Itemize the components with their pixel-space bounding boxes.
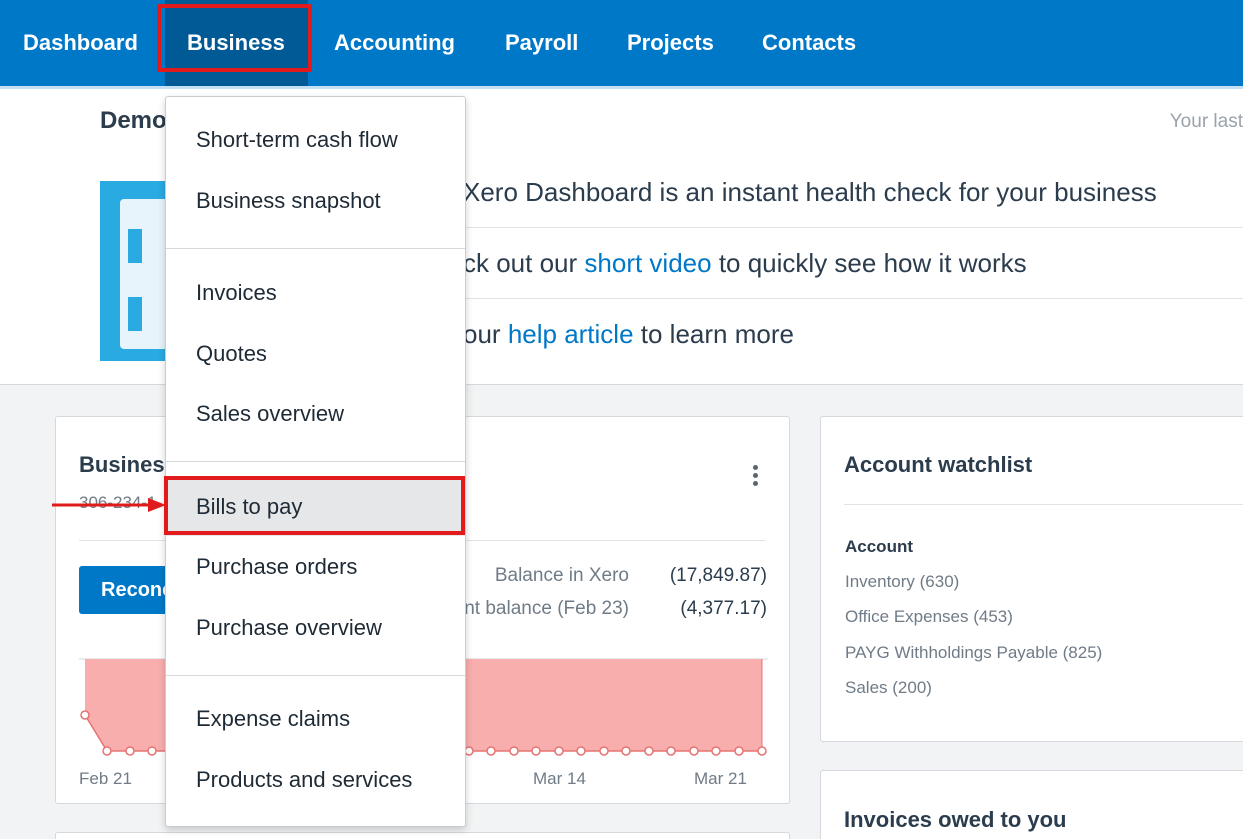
banner-line-2-post: to quickly see how it works [711, 248, 1027, 278]
banner-divider [330, 227, 1243, 228]
watchlist-title: Account watchlist [844, 452, 1033, 477]
banner-line-2: ck out our short video to quickly see ho… [463, 248, 1027, 279]
menu-item-bills-to-pay[interactable]: Bills to pay [166, 478, 465, 536]
account-watchlist-card: Account watchlist Account Inventory (630… [820, 416, 1243, 742]
menu-item-expense-claims[interactable]: Expense claims [166, 690, 465, 748]
balance-in-xero-value: (17,849.87) [669, 565, 767, 586]
banner-line-3: our help article to learn more [463, 319, 794, 350]
short-video-link[interactable]: short video [584, 248, 711, 278]
banner-divider [330, 298, 1243, 299]
menu-item-quotes[interactable]: Quotes [166, 325, 465, 383]
nav-contacts[interactable]: Contacts [762, 0, 856, 86]
menu-item-business-snapshot[interactable]: Business snapshot [166, 172, 465, 230]
reconcile-button[interactable]: Reconc [79, 566, 179, 614]
menu-separator [166, 461, 465, 462]
menu-separator [166, 248, 465, 249]
watchlist-account[interactable]: PAYG Withholdings Payable (825) [845, 643, 1102, 663]
nav-accounting[interactable]: Accounting [334, 0, 455, 86]
banner-line-3-pre: our [463, 319, 508, 349]
help-article-link[interactable]: help article [508, 319, 634, 349]
balance-in-xero-label: Balance in Xero [494, 565, 629, 586]
x-axis-label: Mar 14 [533, 769, 586, 788]
nav-projects[interactable]: Projects [627, 0, 714, 86]
invoices-owed-title: Invoices owed to you [844, 807, 1067, 832]
org-title: Demo [100, 107, 167, 134]
invoices-owed-card: Invoices owed to you [820, 770, 1243, 839]
business-dropdown-menu: Short-term cash flow Business snapshot I… [165, 96, 466, 827]
menu-item-purchase-orders[interactable]: Purchase orders [166, 538, 465, 596]
watchlist-account[interactable]: Sales (200) [845, 678, 932, 698]
menu-separator [166, 675, 465, 676]
pointer-arrow-icon [52, 498, 166, 512]
x-axis-label: Mar 21 [694, 769, 747, 788]
second-card-stub [55, 832, 790, 839]
last-login-text: Your last [1169, 111, 1243, 132]
more-options-icon[interactable] [753, 465, 759, 489]
banner-line-1: Xero Dashboard is an instant health chec… [463, 177, 1157, 207]
statement-balance-label: nt balance (Feb 23) [464, 598, 629, 619]
menu-item-invoices[interactable]: Invoices [166, 264, 465, 322]
bank-card-title: Busines [79, 452, 165, 477]
menu-item-short-term-cash-flow[interactable]: Short-term cash flow [166, 111, 465, 169]
nav-business[interactable]: Business [165, 0, 308, 86]
account-column-header: Account [845, 537, 913, 556]
watchlist-account[interactable]: Office Expenses (453) [845, 607, 1013, 627]
menu-item-sales-overview[interactable]: Sales overview [166, 385, 465, 443]
banner-line-3-post: to learn more [633, 319, 794, 349]
top-nav: Dashboard Business Accounting Payroll Pr… [0, 0, 1243, 89]
watchlist-account[interactable]: Inventory (630) [845, 572, 959, 592]
banner-line-2-pre: ck out our [463, 248, 585, 278]
nav-payroll[interactable]: Payroll [505, 0, 578, 86]
menu-item-products-and-services[interactable]: Products and services [166, 751, 465, 809]
nav-dashboard[interactable]: Dashboard [0, 0, 165, 86]
statement-balance-value: (4,377.17) [680, 598, 767, 619]
menu-item-purchase-overview[interactable]: Purchase overview [166, 599, 465, 657]
x-axis-label: Feb 21 [79, 769, 132, 788]
card-divider [844, 504, 1243, 505]
